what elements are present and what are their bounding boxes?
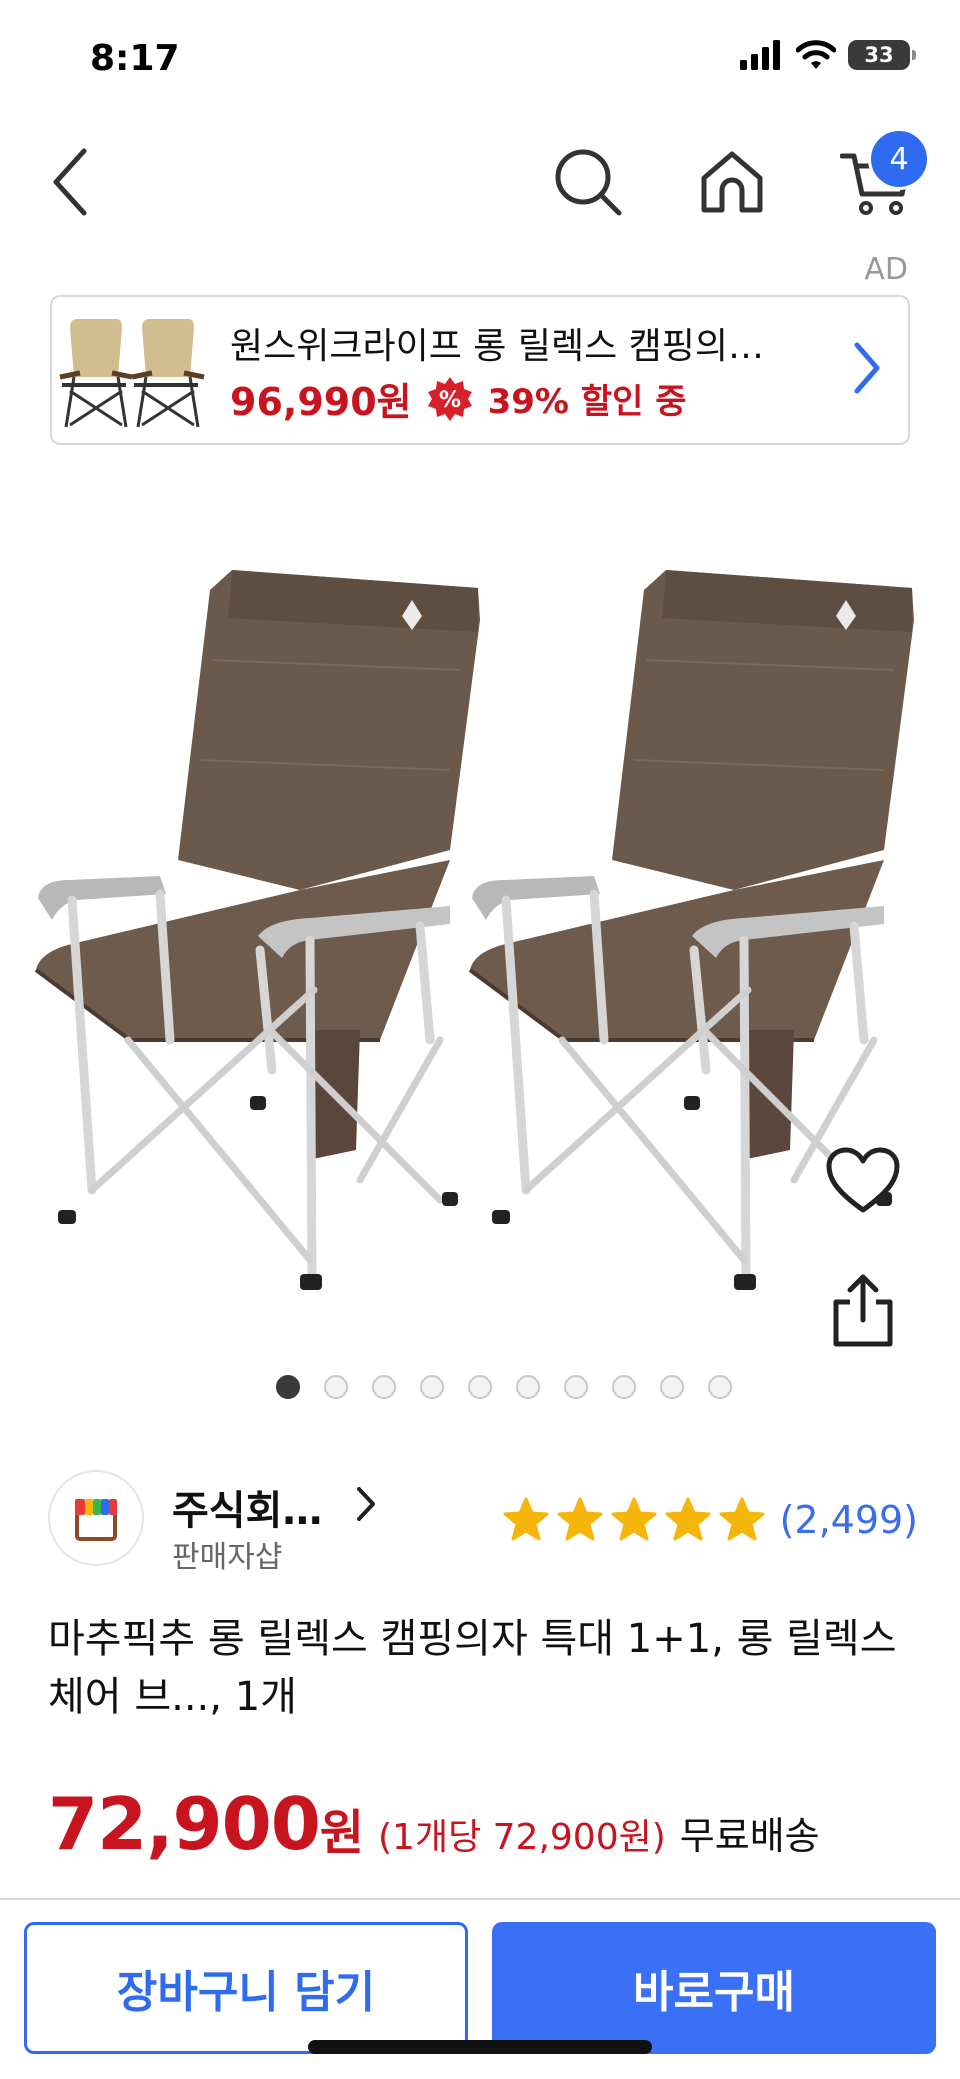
ad-discount: 39% 할인 중: [487, 382, 687, 422]
shipping-info: 무료배송: [679, 1814, 820, 1858]
nav-bar: 4: [0, 120, 960, 240]
ad-product-thumbnail: [59, 319, 205, 428]
home-indicator: [308, 2040, 652, 2054]
store-icon: [75, 1499, 117, 1541]
rating-stars: [502, 1496, 766, 1544]
heart-icon: [826, 1147, 900, 1213]
pagination-dot[interactable]: [276, 1375, 300, 1399]
wifi-icon: [796, 40, 836, 69]
add-to-cart-button[interactable]: 장바구니 담기: [24, 1922, 468, 2054]
home-icon: [701, 151, 763, 213]
status-bar: 8:17 33: [0, 0, 960, 120]
cart-button[interactable]: 4: [834, 128, 930, 224]
product-title: 마추픽추 롱 릴렉스 캠핑의자 특대 1+1, 롱 릴렉스 체어 브..., 1…: [48, 1616, 897, 1720]
pagination-dot[interactable]: [516, 1375, 540, 1399]
ad-title: 원스위크라이프 롱 릴렉스 캠핑의…: [230, 326, 765, 367]
bottom-divider: [0, 1898, 960, 1900]
status-icons: 33: [740, 40, 916, 70]
star-icon: [611, 1497, 657, 1541]
back-button[interactable]: [28, 140, 112, 224]
pagination-dot[interactable]: [324, 1375, 348, 1399]
ad-price: 96,990원: [230, 380, 412, 424]
unit-price: (1개당 72,900원): [378, 1817, 666, 1858]
ad-price-row: 96,990원 % 39% 할인 중: [230, 371, 687, 426]
wishlist-button[interactable]: [818, 1135, 908, 1225]
pagination-dot[interactable]: [468, 1375, 492, 1399]
chevron-right-icon: [854, 342, 880, 394]
seller-shop-label: 판매자샵: [172, 1540, 283, 1575]
signal-icon: [740, 40, 780, 70]
home-button[interactable]: [690, 140, 774, 224]
product-rating[interactable]: (2,499): [502, 1496, 918, 1544]
seller-logo[interactable]: [48, 1470, 144, 1566]
cart-count-badge: 4: [868, 128, 930, 190]
pagination-dot[interactable]: [708, 1375, 732, 1399]
star-icon: [719, 1497, 765, 1541]
search-button[interactable]: [546, 140, 630, 224]
star-icon: [503, 1497, 549, 1541]
product-image[interactable]: [0, 560, 960, 1340]
chevron-left-icon: [53, 148, 87, 216]
product-chair-left: [36, 570, 480, 1290]
review-count[interactable]: (2,499): [780, 1498, 918, 1542]
image-pagination: [0, 1375, 960, 1399]
price-row: 72,900 원 (1개당 72,900원) 무료배송: [48, 1782, 820, 1866]
pagination-dot[interactable]: [612, 1375, 636, 1399]
price-currency: 원: [319, 1805, 365, 1861]
chevron-right-icon[interactable]: [356, 1486, 376, 1522]
pagination-dot[interactable]: [420, 1375, 444, 1399]
ad-banner[interactable]: 원스위크라이프 롱 릴렉스 캠핑의… 96,990원 % 39% 할인 중: [50, 295, 910, 445]
battery-icon: 33: [848, 40, 916, 70]
pagination-dot[interactable]: [372, 1375, 396, 1399]
pagination-dot[interactable]: [564, 1375, 588, 1399]
discount-badge-symbol: %: [439, 388, 461, 413]
sale-price: 72,900: [48, 1782, 321, 1866]
share-icon: [833, 1274, 893, 1347]
star-icon: [557, 1497, 603, 1541]
share-button[interactable]: [818, 1265, 908, 1355]
buy-now-button[interactable]: 바로구매: [492, 1922, 936, 2054]
discount-badge-icon: %: [427, 376, 472, 421]
star-icon: [665, 1497, 711, 1541]
pagination-dot[interactable]: [660, 1375, 684, 1399]
ad-label: AD: [864, 252, 908, 287]
status-time: 8:17: [90, 38, 180, 79]
seller-row: 주식회… 판매자샵 (2,499): [48, 1470, 918, 1575]
search-icon: [555, 149, 622, 216]
seller-name[interactable]: 주식회…: [172, 1478, 322, 1536]
